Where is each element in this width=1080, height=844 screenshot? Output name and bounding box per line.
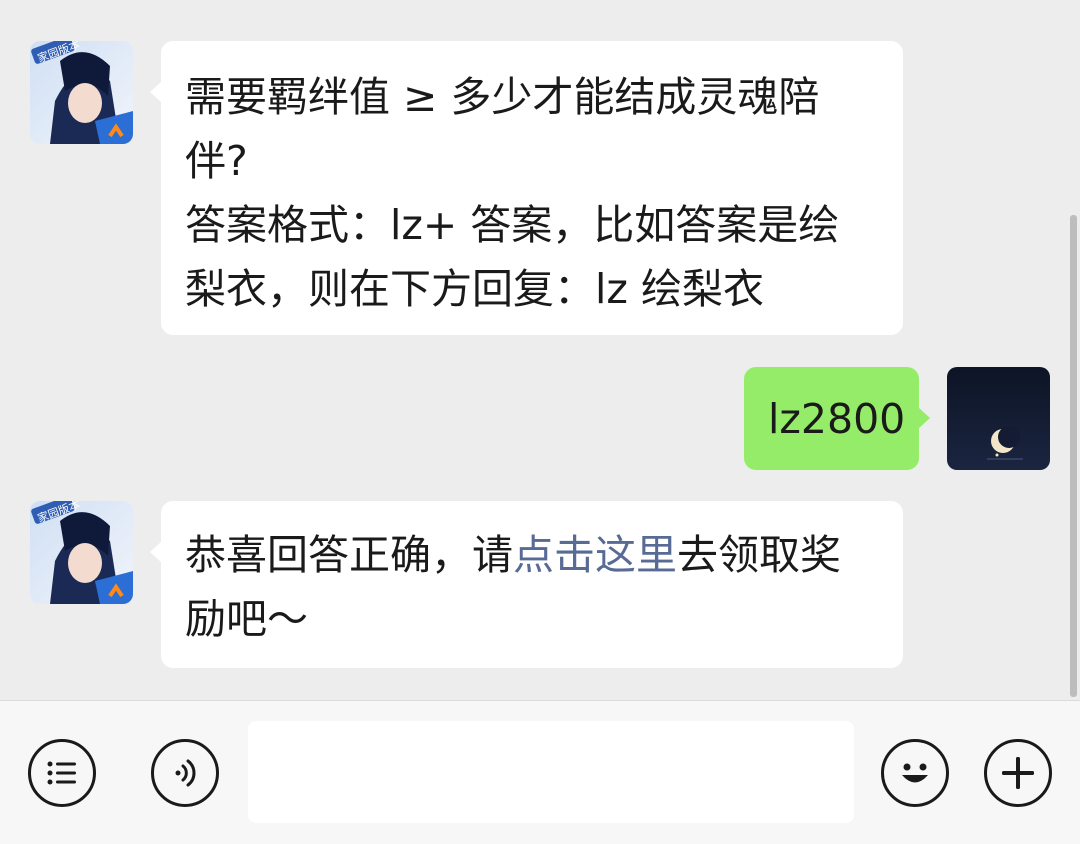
message-text: lz2800 <box>768 395 906 443</box>
menu-button[interactable] <box>28 739 96 807</box>
chat-scrollbar[interactable] <box>1070 215 1077 697</box>
emoji-icon <box>902 763 928 783</box>
anime-character-icon: 家园版本 <box>30 501 133 604</box>
claim-reward-link[interactable]: 点击这里 <box>513 531 677 579</box>
incoming-message-bubble[interactable]: 需要羁绊值 ≥ 多少才能结成灵魂陪 伴? 答案格式：lz+ 答案，比如答案是绘 … <box>150 41 903 335</box>
user-avatar[interactable] <box>947 367 1050 470</box>
incoming-message-bubble[interactable]: 恭喜回答正确，请点击这里去领取奖 励吧～ <box>150 501 903 668</box>
anime-character-icon: 家园版本 <box>30 41 133 144</box>
outgoing-message-bubble[interactable]: lz2800 <box>744 367 930 470</box>
message-line: 答案格式：lz+ 答案，比如答案是绘 <box>185 201 840 249</box>
plus-icon <box>1002 757 1034 789</box>
message-line: 励吧～ <box>185 595 308 643</box>
chat-area: 家园版本 需要羁绊值 ≥ 多少才能结成灵魂陪 伴? 答案格式：lz+ 答案，比如… <box>0 0 1080 700</box>
emoji-button[interactable] <box>881 739 949 807</box>
voice-icon <box>175 759 196 787</box>
bot-avatar[interactable]: 家园版本 <box>30 41 133 144</box>
message-line: 伴? <box>185 137 248 185</box>
input-bar <box>0 700 1080 844</box>
add-button[interactable] <box>984 739 1052 807</box>
moon-night-icon <box>947 367 1050 470</box>
bot-avatar[interactable]: 家园版本 <box>30 501 133 604</box>
message-text: 去领取奖 <box>677 531 841 579</box>
message-line: 梨衣，则在下方回复：lz 绘梨衣 <box>185 265 764 313</box>
voice-button[interactable] <box>151 739 219 807</box>
list-menu-icon <box>47 761 76 785</box>
message-line: 恭喜回答正确，请点击这里去领取奖 <box>185 523 879 587</box>
message-line: 需要羁绊值 ≥ 多少才能结成灵魂陪 <box>185 73 820 121</box>
message-text: 恭喜回答正确，请 <box>185 531 513 579</box>
message-input[interactable] <box>248 721 854 823</box>
